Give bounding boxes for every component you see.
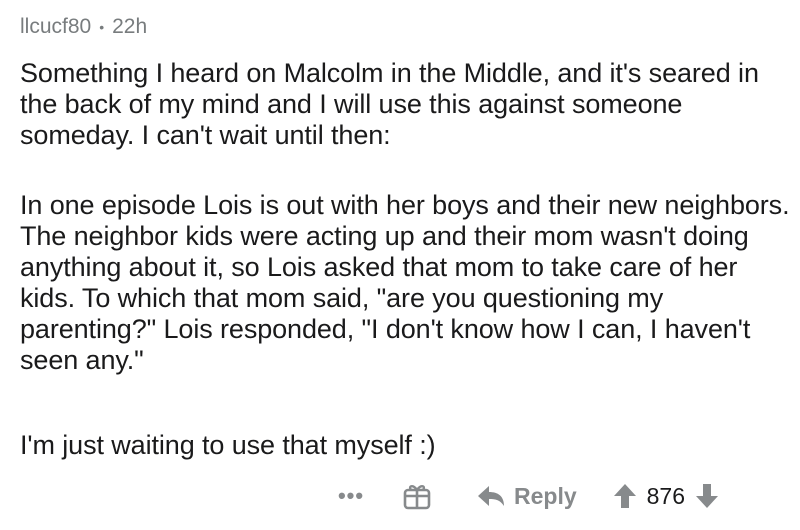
comment-actions: ••• Reply 876 bbox=[334, 478, 719, 514]
comment-paragraph: Something I heard on Malcolm in the Midd… bbox=[20, 58, 759, 150]
reply-icon bbox=[478, 486, 504, 506]
award-icon[interactable] bbox=[402, 481, 432, 511]
upvote-icon[interactable] bbox=[613, 483, 637, 509]
downvote-icon[interactable] bbox=[695, 483, 719, 509]
vote-controls: 876 bbox=[613, 483, 719, 510]
username-link[interactable]: llcucf80 bbox=[20, 15, 91, 39]
comment-paragraph: In one episode Lois is out with her boys… bbox=[20, 190, 790, 375]
comment-paragraph: I'm just waiting to use that myself :) bbox=[20, 430, 436, 460]
meta-separator: • bbox=[99, 19, 105, 35]
comment-meta: llcucf80 • 22h bbox=[20, 12, 790, 42]
reply-button[interactable]: Reply bbox=[476, 483, 577, 510]
more-options-button[interactable]: ••• bbox=[334, 483, 368, 509]
timestamp[interactable]: 22h bbox=[112, 15, 147, 39]
reply-label: Reply bbox=[514, 482, 577, 509]
comment: llcucf80 • 22h Something I heard on Malc… bbox=[20, 12, 790, 460]
vote-score: 876 bbox=[646, 482, 686, 509]
